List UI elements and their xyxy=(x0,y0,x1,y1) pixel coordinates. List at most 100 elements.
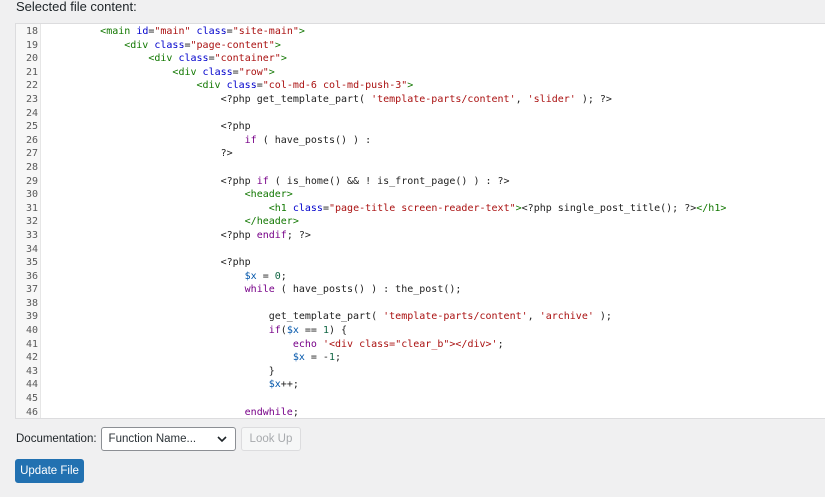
code-line[interactable]: 18 <main id="main" class="site-main"> xyxy=(16,25,825,39)
documentation-label: Documentation: xyxy=(16,433,97,445)
code-token: > xyxy=(298,26,305,37)
code-token: <div xyxy=(172,66,197,78)
code-line[interactable]: 37 while ( have_posts() ) : the_post(); xyxy=(16,283,825,297)
code-token: $x xyxy=(286,325,299,337)
code-token: ; xyxy=(280,270,287,282)
code-line[interactable]: 45 xyxy=(16,392,825,406)
line-number: 19 xyxy=(25,39,38,51)
function-name-select-value: Function Name... xyxy=(108,433,197,445)
look-up-button[interactable]: Look Up xyxy=(240,427,302,451)
code-token: "container" xyxy=(214,53,281,65)
code-text: <div class="col-md-6 col-md-push-3"> xyxy=(52,79,414,93)
code-line[interactable]: 36 $x = 0; xyxy=(16,270,825,284)
code-token: class xyxy=(196,26,227,37)
page-heading: Selected file content: xyxy=(16,0,137,14)
line-number: 22 xyxy=(25,80,38,92)
code-line[interactable]: 26 if ( have_posts() ) : xyxy=(16,134,825,148)
code-line[interactable]: 24 xyxy=(16,107,825,121)
code-token: ; xyxy=(335,352,342,364)
code-lines[interactable]: 18 <main id="main" class="site-main"> 19 … xyxy=(16,25,825,418)
code-token: "row" xyxy=(238,66,269,78)
code-token: $x xyxy=(244,270,257,282)
code-line[interactable]: 25 <?php xyxy=(16,120,825,134)
code-text: if($x == 1) { xyxy=(52,324,347,338)
code-line[interactable]: 34 xyxy=(16,243,825,257)
update-file-button[interactable]: Update File xyxy=(15,459,84,483)
code-line[interactable]: 32 </header> xyxy=(16,215,825,229)
code-token: > xyxy=(268,66,275,78)
code-line[interactable]: 21 <div class="row"> xyxy=(16,66,825,80)
code-line[interactable]: 30 <header> xyxy=(16,188,825,202)
code-token: ( is_home() && ! is_front_page() ) : ?> xyxy=(268,175,510,187)
line-number: 28 xyxy=(25,161,38,173)
code-token: ++; xyxy=(280,379,299,391)
code-line[interactable]: 19 <div class="page-content"> xyxy=(16,39,825,53)
code-line[interactable]: 23 <?php get_template_part( 'template-pa… xyxy=(16,93,825,107)
code-token: <div xyxy=(124,39,149,51)
code-line[interactable]: 31 <h1 class="page-title screen-reader-t… xyxy=(16,202,825,216)
code-token: = xyxy=(256,270,275,282)
function-name-select[interactable]: Function Name... xyxy=(100,427,236,451)
code-token: 'archive' xyxy=(539,311,594,323)
code-text: $x++; xyxy=(52,378,299,392)
line-number: 30 xyxy=(25,189,38,201)
code-token: endif xyxy=(256,229,287,241)
code-token: ); xyxy=(593,311,612,323)
line-number: 25 xyxy=(25,121,38,133)
line-number: 31 xyxy=(25,202,38,214)
code-line[interactable]: 22 <div class="col-md-6 col-md-push-3"> xyxy=(16,79,825,93)
line-number: 27 xyxy=(25,148,38,160)
code-token: if xyxy=(256,175,269,187)
line-number: 23 xyxy=(25,93,38,105)
code-token: > xyxy=(274,39,281,51)
code-text: $x = -1; xyxy=(52,351,341,365)
code-line[interactable]: 33 <?php endif; ?> xyxy=(16,229,825,243)
code-line[interactable]: 38 xyxy=(16,297,825,311)
code-text: echo '<div class="clear_b"></div>'; xyxy=(52,338,504,352)
code-token: > xyxy=(407,80,414,92)
code-text: endwhile; xyxy=(52,406,299,418)
line-number: 38 xyxy=(25,297,38,309)
code-token: ); ?> xyxy=(575,93,612,105)
code-line[interactable]: 42 $x = -1; xyxy=(16,351,825,365)
code-token: <?php xyxy=(52,121,251,133)
code-token: } xyxy=(52,365,275,377)
code-token: class xyxy=(154,39,185,51)
code-line[interactable]: 46 endwhile; xyxy=(16,406,825,418)
code-line[interactable]: 43 } xyxy=(16,365,825,379)
code-line[interactable]: 29 <?php if ( is_home() && ! is_front_pa… xyxy=(16,175,825,189)
code-token: class xyxy=(226,80,257,92)
code-token: ; ?> xyxy=(286,229,311,241)
code-token: echo xyxy=(292,338,317,350)
code-line[interactable]: 28 xyxy=(16,161,825,175)
code-token: $x xyxy=(292,352,305,364)
code-line[interactable]: 20 <div class="container"> xyxy=(16,52,825,66)
code-editor[interactable]: 18 <main id="main" class="site-main"> 19 … xyxy=(15,23,825,419)
code-token: ; xyxy=(292,406,299,418)
code-line[interactable]: 40 if($x == 1) { xyxy=(16,324,825,338)
code-token: class xyxy=(178,53,209,65)
code-text: <?php get_template_part( 'template-parts… xyxy=(52,93,612,107)
code-token: "col-md-6 col-md-push-3" xyxy=(262,80,408,92)
code-token: <main xyxy=(100,26,131,37)
code-token: 'template-parts/content' xyxy=(371,93,516,105)
code-text: <header> xyxy=(52,188,293,202)
code-line[interactable]: 39 get_template_part( 'template-parts/co… xyxy=(16,310,825,324)
line-number: 21 xyxy=(25,66,38,78)
code-text: $x = 0; xyxy=(52,270,287,284)
code-token: 'slider' xyxy=(527,93,576,105)
code-line[interactable]: 35 <?php xyxy=(16,256,825,270)
code-line[interactable]: 44 $x++; xyxy=(16,378,825,392)
code-token: "page-content" xyxy=(190,39,275,51)
code-token: class xyxy=(202,66,233,78)
code-line[interactable]: 41 echo '<div class="clear_b"></div>'; xyxy=(16,338,825,352)
line-number: 36 xyxy=(25,270,38,282)
code-token: <div xyxy=(196,80,221,92)
code-line[interactable]: 27 ?> xyxy=(16,147,825,161)
